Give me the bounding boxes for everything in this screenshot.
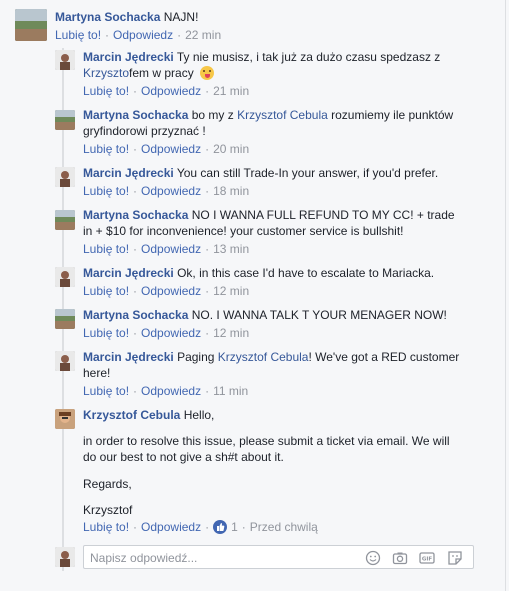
- like-button[interactable]: Lubię to!: [83, 84, 129, 98]
- comment-author[interactable]: Martyna Sochacka: [83, 308, 188, 322]
- reply-paragraph: do our best to not give a sh#t about it.: [83, 450, 284, 464]
- avatar-martyna-sochacka[interactable]: [55, 309, 75, 329]
- reply-button[interactable]: Odpowiedz: [141, 84, 201, 98]
- reply-button[interactable]: Odpowiedz: [141, 520, 201, 534]
- like-button[interactable]: Lubię to!: [83, 184, 129, 198]
- timestamp[interactable]: 18 min: [213, 184, 249, 198]
- reply-body: Marcin Jędrecki Ok, in this case I'd hav…: [83, 266, 435, 280]
- comment-author[interactable]: Krzysztof Cebula: [83, 408, 180, 422]
- comment-author[interactable]: Martyna Sochacka: [83, 208, 188, 222]
- reply-button[interactable]: Odpowiedz: [141, 284, 201, 298]
- timestamp[interactable]: 20 min: [213, 142, 249, 156]
- reply-body: Martyna Sochacka bo my z Krzysztof Cebul…: [83, 108, 454, 122]
- reply-body-line-2: gryfindorowi przyznać !: [83, 124, 206, 138]
- reply-button[interactable]: Odpowiedz: [141, 242, 201, 256]
- comment-actions: Lubię to! · Odpowiedz · 13 min: [83, 242, 250, 256]
- reply-paragraph: in order to resolve this issue, please s…: [83, 434, 450, 448]
- comment-author[interactable]: Marcin Jędrecki: [83, 50, 174, 64]
- reply-input[interactable]: Napisz odpowiedź... GIF: [83, 545, 474, 569]
- like-count[interactable]: 1: [227, 520, 238, 534]
- timestamp[interactable]: 12 min: [213, 284, 249, 298]
- timestamp[interactable]: Przed chwilą: [250, 520, 318, 534]
- comment-actions: Lubię to! · Odpowiedz · 1 · Przed chwilą: [83, 520, 318, 534]
- comment-actions: Lubię to! · Odpowiedz · 22 min: [55, 28, 222, 42]
- comment-author[interactable]: Marcin Jędrecki: [83, 166, 174, 180]
- like-button[interactable]: Lubię to!: [83, 326, 129, 340]
- timestamp[interactable]: 22 min: [185, 28, 221, 42]
- comment-author[interactable]: Martyna Sochacka: [83, 108, 188, 122]
- reply-button[interactable]: Odpowiedz: [141, 142, 201, 156]
- reply-body: Krzysztof Cebula Hello,: [83, 408, 215, 422]
- mention-link[interactable]: Krzyszto: [83, 66, 129, 80]
- like-button[interactable]: Lubię to!: [83, 142, 129, 156]
- timestamp[interactable]: 21 min: [213, 84, 249, 98]
- avatar-marcin-jedrecki[interactable]: [55, 50, 75, 70]
- comment-actions: Lubię to! · Odpowiedz · 12 min: [83, 284, 250, 298]
- reply-body: Marcin Jędrecki Ty nie musisz, i tak już…: [83, 49, 440, 65]
- timestamp[interactable]: 12 min: [213, 326, 249, 340]
- emoji-icon[interactable]: [365, 550, 381, 566]
- avatar-current-user: [55, 547, 75, 567]
- comment-text: Ty nie musisz, i tak już za dużo czasu s…: [176, 50, 441, 64]
- reply-body-line-2: Krzysztofem w pracy: [83, 65, 215, 81]
- avatar-martyna-sochacka[interactable]: [55, 110, 75, 130]
- reply-paragraph: Regards,: [83, 477, 132, 491]
- like-button[interactable]: Lubię to!: [83, 520, 129, 534]
- like-button[interactable]: Lubię to!: [55, 28, 101, 42]
- like-button[interactable]: Lubię to!: [83, 384, 129, 398]
- comment-actions: Lubię to! · Odpowiedz · 11 min: [83, 384, 249, 398]
- comment-author[interactable]: Martyna Sochacka: [55, 10, 160, 24]
- avatar-marcin-jedrecki[interactable]: [55, 351, 75, 371]
- reply-button[interactable]: Odpowiedz: [141, 326, 201, 340]
- timestamp[interactable]: 13 min: [213, 242, 249, 256]
- tongue-emoji-icon: [200, 66, 215, 80]
- svg-text:GIF: GIF: [422, 557, 433, 563]
- comment-actions: Lubię to! · Odpowiedz · 21 min: [83, 84, 250, 98]
- sticker-icon[interactable]: [447, 550, 463, 566]
- avatar-krzysztof-cebula[interactable]: [55, 409, 75, 429]
- reply-placeholder: Napisz odpowiedź...: [90, 551, 198, 565]
- reply-body-line-2: in + $10 for inconvenience! your custome…: [83, 224, 404, 238]
- reply-button[interactable]: Odpowiedz: [113, 28, 173, 42]
- comment-author[interactable]: Marcin Jędrecki: [83, 350, 174, 364]
- comment-actions: Lubię to! · Odpowiedz · 12 min: [83, 326, 250, 340]
- like-reaction-icon[interactable]: [213, 520, 228, 534]
- like-button[interactable]: Lubię to!: [83, 242, 129, 256]
- comment-author[interactable]: Marcin Jędrecki: [83, 266, 174, 280]
- avatar-marcin-jedrecki[interactable]: [55, 267, 75, 287]
- avatar-martyna-sochacka[interactable]: [15, 9, 47, 41]
- reply-body: Martyna Sochacka NO. I WANNA TALK T YOUR…: [83, 308, 447, 322]
- comment-actions: Lubię to! · Odpowiedz · 18 min: [83, 184, 250, 198]
- avatar-martyna-sochacka[interactable]: [55, 210, 75, 230]
- comment-thread: Martyna Sochacka NAJN! Lubię to! · Odpowie…: [0, 0, 506, 591]
- comment-body: Martyna Sochacka NAJN!: [55, 9, 198, 25]
- reply-button[interactable]: Odpowiedz: [141, 384, 201, 398]
- reply-body: Marcin Jędrecki You can still Trade-In y…: [83, 166, 439, 180]
- reply-body: Martyna Sochacka NO I WANNA FULL REFUND …: [83, 208, 455, 222]
- reply-paragraph: Krzysztof: [83, 503, 133, 517]
- reply-body: Marcin Jędrecki Paging Krzysztof Cebula!…: [83, 350, 460, 364]
- mention-link[interactable]: Krzysztof Cebula: [237, 108, 328, 122]
- reply-button[interactable]: Odpowiedz: [141, 184, 201, 198]
- timestamp[interactable]: 11 min: [213, 384, 248, 398]
- avatar-marcin-jedrecki[interactable]: [55, 167, 75, 187]
- like-button[interactable]: Lubię to!: [83, 284, 129, 298]
- gif-icon[interactable]: GIF: [419, 550, 435, 566]
- comment-actions: Lubię to! · Odpowiedz · 20 min: [83, 142, 250, 156]
- camera-icon[interactable]: [392, 550, 408, 566]
- reply-body-line-2: here!: [83, 366, 111, 380]
- comment-text: NAJN!: [163, 10, 199, 24]
- mention-link[interactable]: Krzysztof Cebula: [218, 350, 309, 364]
